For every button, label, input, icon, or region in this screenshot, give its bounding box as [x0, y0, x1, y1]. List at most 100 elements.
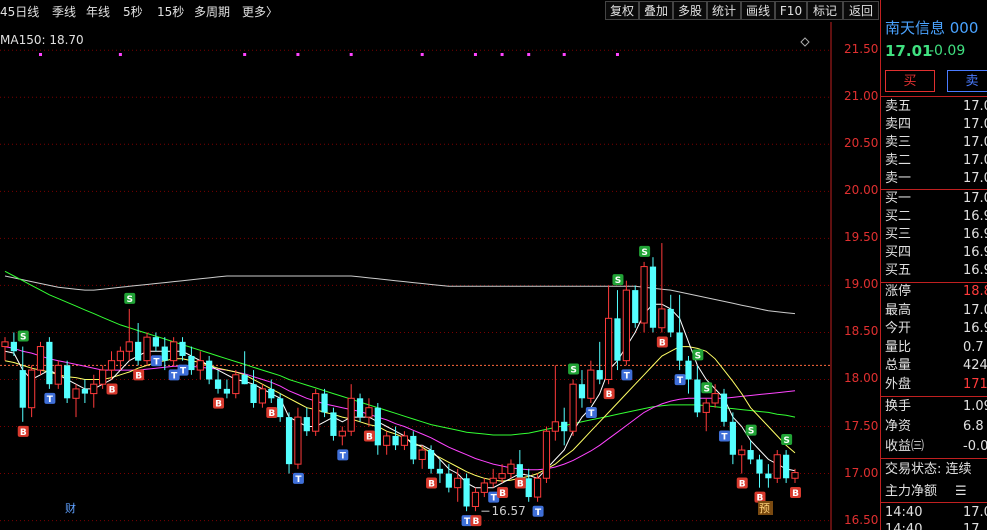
candle-body	[277, 398, 284, 418]
period-15s[interactable]: 15秒	[157, 3, 184, 20]
candle-body	[578, 384, 586, 399]
signal-label: S	[615, 276, 621, 286]
price-tick: 19.50	[844, 230, 879, 245]
candle-body	[188, 355, 195, 371]
adjust-button[interactable]: 复权	[605, 1, 639, 20]
tick-row: 14:4017.0	[885, 505, 987, 520]
period-multi[interactable]: 多周期	[194, 3, 230, 20]
draw-button[interactable]: 画线	[741, 1, 775, 20]
period-year[interactable]: 年线	[86, 3, 110, 20]
period-quarter[interactable]: 季线	[52, 3, 76, 20]
buy-button[interactable]: 买	[885, 70, 935, 92]
signal-label: S	[570, 365, 576, 375]
candle-body	[64, 365, 71, 399]
candlestick-chart[interactable]: SBTBSBTT TBBTTBBT BT BBTSTBSTSBTSSTBSBSB16.…	[0, 22, 832, 530]
signal-label: B	[499, 489, 506, 499]
candle-body	[179, 341, 186, 356]
candle-body	[206, 360, 213, 380]
candle-body	[667, 308, 674, 333]
last-price: 17.01	[885, 42, 933, 60]
signal-label: S	[20, 333, 26, 343]
candle-body	[303, 417, 310, 432]
divider	[881, 282, 987, 283]
signal-label: B	[20, 428, 27, 438]
candle-body	[241, 374, 248, 385]
financial-report-marker: 财	[65, 501, 76, 515]
stat-row: 总量 4240	[885, 357, 987, 375]
candle-body	[765, 473, 772, 479]
period-5s[interactable]: 5秒	[123, 3, 143, 20]
candle-body	[551, 421, 559, 432]
trade-status: 交易状态: 连续	[885, 462, 972, 477]
row-value: 16.9	[963, 321, 987, 336]
price-tick: 18.00	[844, 371, 879, 386]
menu-icon[interactable]: ☰	[955, 483, 967, 501]
row-label: 卖五	[885, 99, 912, 114]
period-45d[interactable]: 45日线	[0, 3, 39, 20]
candle-body	[632, 290, 639, 324]
row-value: 16.9	[963, 263, 987, 278]
event-dot	[500, 53, 504, 56]
multi-stock-button[interactable]: 多股	[673, 1, 707, 20]
candle-body	[28, 369, 36, 409]
row-value: 1714	[963, 376, 987, 392]
candle-body	[658, 308, 666, 329]
candle-body	[569, 383, 577, 432]
row-value: 17.0	[963, 117, 987, 132]
bid-level: 买五 16.9	[885, 262, 987, 280]
overlay-button[interactable]: 叠加	[639, 1, 673, 20]
signal-label: T	[47, 395, 54, 405]
candle-body	[614, 318, 621, 361]
divider	[881, 458, 987, 459]
price-tick: 21.00	[844, 89, 879, 104]
candle-body	[72, 388, 80, 399]
candle-body	[773, 454, 781, 479]
price-change: -0.09	[929, 43, 966, 59]
candle-body	[36, 346, 45, 371]
period-more[interactable]: 更多〉	[242, 3, 278, 20]
stat-row: 今开 16.9	[885, 320, 987, 338]
candle-body	[90, 383, 98, 395]
candle-body	[152, 337, 160, 347]
price-tick: 16.50	[844, 512, 879, 527]
candle-body	[347, 397, 355, 432]
price-tick: 21.50	[844, 42, 879, 57]
row-label: 买五	[885, 263, 912, 278]
price-tick: 17.50	[844, 418, 879, 433]
event-dot	[473, 53, 477, 56]
candle-body	[596, 370, 603, 380]
candle-body	[196, 360, 204, 371]
signal-label: S	[127, 295, 133, 305]
signal-label: T	[464, 517, 471, 527]
candle-body	[250, 384, 257, 403]
signal-label: B	[428, 480, 435, 490]
candle-body	[383, 435, 391, 446]
ask-level: 卖四 17.0	[885, 116, 987, 134]
signal-label: T	[721, 433, 728, 443]
candle-body	[587, 369, 595, 399]
signal-label: B	[659, 338, 666, 348]
candle-body	[214, 379, 222, 389]
main-flow-row[interactable]: 主力净额 ☰	[885, 483, 987, 501]
candle-body	[685, 360, 692, 380]
price-tick: 20.00	[844, 183, 879, 198]
candle-body	[338, 430, 346, 437]
ask-level: 卖三 17.0	[885, 134, 987, 152]
ask-level: 卖一 17.0	[885, 170, 987, 188]
mark-button[interactable]: 标记	[807, 1, 843, 20]
sell-button[interactable]: 卖	[947, 70, 987, 92]
row-value: -0.03	[963, 439, 987, 454]
ma5-line	[4, 303, 796, 489]
row-label: 卖四	[885, 117, 912, 132]
f10-button[interactable]: F10	[775, 1, 807, 20]
signal-label: S	[703, 384, 709, 394]
back-button[interactable]: 返回	[843, 1, 879, 20]
row-label: 换手	[885, 399, 912, 414]
candle-body	[711, 393, 719, 404]
row-label: 买一	[885, 191, 912, 206]
candle-body	[427, 450, 435, 469]
row-label: 外盘	[885, 376, 912, 392]
candle-body	[445, 473, 452, 488]
signal-label: T	[624, 371, 631, 381]
stats-button[interactable]: 统计	[707, 1, 741, 20]
